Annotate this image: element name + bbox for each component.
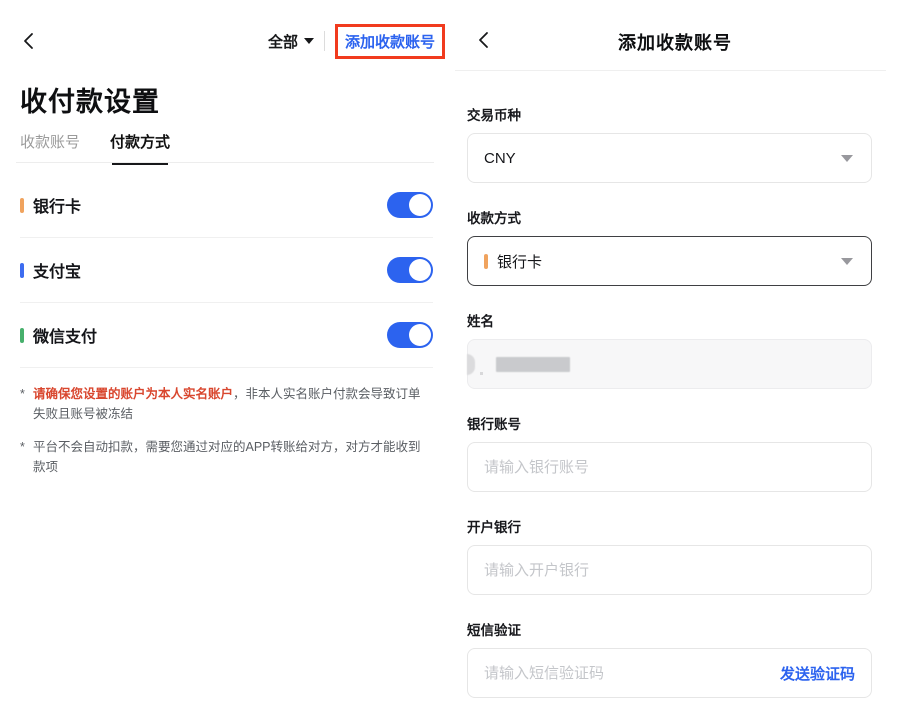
toggle-wechat-pay[interactable]: [387, 322, 433, 348]
toggle-knob: [409, 194, 431, 216]
method-row-bank-card: 银行卡: [20, 173, 433, 238]
currency-select[interactable]: CNY: [467, 133, 872, 183]
method-row-alipay: 支付宝: [20, 238, 433, 303]
method-select[interactable]: 银行卡: [467, 236, 872, 286]
note-real-name-warning: * 请确保您设置的账户为本人实名账户，非本人实名账户付款会导致订单失败且账号被冻…: [20, 384, 422, 424]
method-label: 支付宝: [33, 258, 81, 282]
sms-label: 短信验证: [467, 619, 872, 639]
filter-all-dropdown[interactable]: 全部: [268, 31, 314, 52]
toggle-bank-card[interactable]: [387, 192, 433, 218]
note-manual-transfer: * 平台不会自动扣款，需要您通过对应的APP转账给对方，对方才能收到款项: [20, 437, 422, 477]
bank-account-input[interactable]: [467, 442, 872, 492]
currency-label: 交易币种: [467, 104, 872, 124]
payment-method-list: 银行卡 支付宝 微信支付: [20, 163, 433, 368]
tabs: 收款账号 付款方式: [20, 131, 170, 162]
name-group: 姓名: [467, 310, 872, 389]
filter-all-label: 全部: [268, 31, 298, 52]
right-header: 添加收款账号: [450, 26, 900, 56]
bank-group: 开户银行: [467, 516, 872, 595]
add-account-form: 交易币种 CNY 收款方式 银行卡 姓名: [467, 70, 872, 698]
alipay-marker-icon: [20, 263, 24, 278]
redacted-name-value: [496, 357, 570, 372]
note-text: 平台不会自动扣款，需要您通过对应的APP转账给对方，对方才能收到款项: [33, 437, 422, 477]
note-asterisk: *: [20, 384, 33, 424]
panel-title: 添加收款账号: [450, 29, 900, 55]
currency-group: 交易币种 CNY: [467, 104, 872, 183]
sms-field: 发送验证码: [467, 648, 872, 698]
tab-payment-method[interactable]: 付款方式: [110, 131, 170, 162]
toggle-knob: [409, 324, 431, 346]
method-value: 银行卡: [497, 251, 542, 272]
tab-receive-account[interactable]: 收款账号: [20, 131, 80, 162]
send-code-button[interactable]: 发送验证码: [780, 663, 855, 684]
toggle-knob: [409, 259, 431, 281]
note-asterisk: *: [20, 437, 33, 477]
page-title: 收付款设置: [20, 80, 160, 119]
redacted-name-dot: [480, 372, 483, 375]
note-warning-highlight: 请确保您设置的账户为本人实名账户: [33, 387, 233, 401]
sms-group: 短信验证 发送验证码: [467, 619, 872, 698]
name-field-disabled: [467, 339, 872, 389]
note-text: 请确保您设置的账户为本人实名账户，非本人实名账户付款会导致订单失败且账号被冻结: [33, 384, 422, 424]
account-label: 银行账号: [467, 413, 872, 433]
method-label: 微信支付: [33, 323, 97, 347]
opening-bank-input[interactable]: [467, 545, 872, 595]
caret-down-icon: [841, 258, 853, 265]
wechat-pay-marker-icon: [20, 328, 24, 343]
sms-code-input[interactable]: [484, 650, 780, 696]
method-label: 收款方式: [467, 207, 872, 227]
left-header: 全部 添加收款账号: [20, 22, 445, 60]
screen: 全部 添加收款账号 收付款设置 收款账号 付款方式 银行卡 支付宝: [0, 0, 900, 702]
payment-settings-panel: 全部 添加收款账号 收付款设置 收款账号 付款方式 银行卡 支付宝: [0, 0, 450, 702]
name-label: 姓名: [467, 310, 872, 330]
add-receive-account-button[interactable]: 添加收款账号: [335, 24, 445, 59]
footnotes: * 请确保您设置的账户为本人实名账户，非本人实名账户付款会导致订单失败且账号被冻…: [20, 384, 422, 490]
method-row-wechat-pay: 微信支付: [20, 303, 433, 368]
account-group: 银行账号: [467, 413, 872, 492]
back-icon[interactable]: [20, 32, 38, 50]
method-label: 银行卡: [33, 193, 81, 217]
bank-card-marker-icon: [20, 198, 24, 213]
currency-value: CNY: [484, 150, 516, 167]
caret-down-icon: [304, 38, 314, 44]
toggle-alipay[interactable]: [387, 257, 433, 283]
bank-card-marker-icon: [484, 254, 488, 269]
header-separator: [324, 31, 325, 51]
bank-label: 开户银行: [467, 516, 872, 536]
method-group: 收款方式 银行卡: [467, 207, 872, 286]
caret-down-icon: [841, 155, 853, 162]
add-account-panel: 添加收款账号 交易币种 CNY 收款方式 银行卡 姓名: [450, 0, 900, 702]
redacted-name-fragment: [467, 354, 475, 375]
